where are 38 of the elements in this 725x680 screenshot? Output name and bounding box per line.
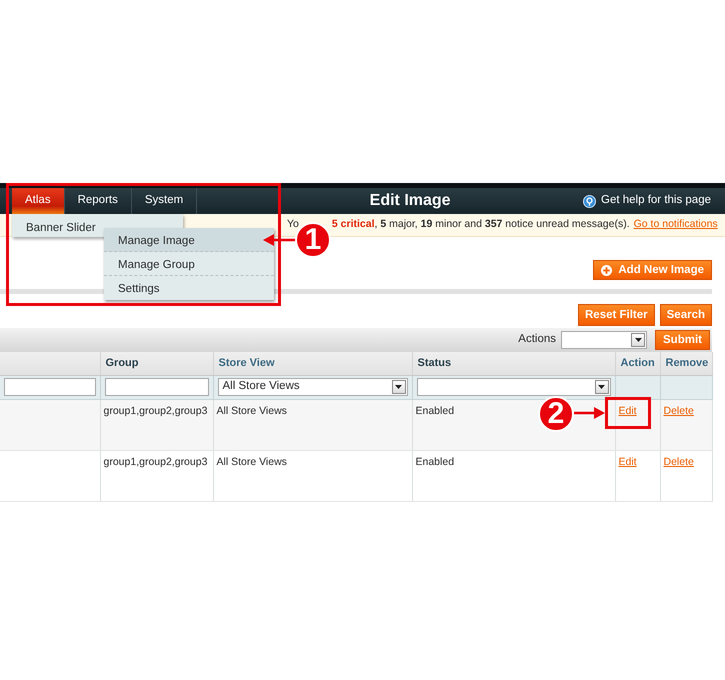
filter-button[interactable]: Search xyxy=(660,304,712,326)
column-header[interactable]: Action xyxy=(615,352,660,375)
delete-link[interactable]: Delete xyxy=(664,456,694,468)
plus-icon xyxy=(601,264,612,276)
arrow-icon xyxy=(263,234,296,246)
help-icon[interactable] xyxy=(583,194,596,208)
menu-tab[interactable]: Atlas xyxy=(12,188,65,214)
table-cell: All Store Views xyxy=(216,456,287,468)
table-cell: Enabled xyxy=(416,404,454,416)
table-cell: Enabled xyxy=(416,456,454,468)
help-link[interactable]: Get help for this page xyxy=(601,192,711,210)
submenu-item[interactable]: Settings xyxy=(104,276,274,300)
edit-link[interactable]: Edit xyxy=(618,456,637,468)
actions-select[interactable] xyxy=(561,331,648,349)
page-title: Edit Image xyxy=(368,191,452,211)
notice-text: 5 critical, 5 major, 19 minor and 357 notice unread message(s). xyxy=(332,217,630,232)
column-header[interactable]: Remove xyxy=(660,352,712,375)
filter-button[interactable]: Reset Filter xyxy=(578,304,655,326)
table-cell: All Store Views xyxy=(216,404,287,416)
submenu-item[interactable]: Manage Group xyxy=(104,252,274,276)
edit-link[interactable]: Edit xyxy=(618,404,637,416)
add-new-image-button[interactable]: Add New Image xyxy=(593,260,712,280)
filter-field[interactable] xyxy=(104,378,208,396)
filter-field[interactable] xyxy=(4,378,96,396)
notifications-link[interactable]: Go to notifications xyxy=(634,217,718,233)
arrow-icon xyxy=(574,407,605,419)
column-header[interactable]: Status xyxy=(412,352,615,375)
submenu-item[interactable]: Manage Image xyxy=(104,228,274,252)
submit-button[interactable]: Submit xyxy=(655,330,710,350)
delete-link[interactable]: Delete xyxy=(664,404,694,416)
filter-select[interactable] xyxy=(416,378,610,396)
actions-label: Actions xyxy=(518,332,556,348)
column-header[interactable]: Group xyxy=(100,352,213,375)
column-header[interactable]: Store View xyxy=(213,352,412,375)
filter-select[interactable]: All Store Views xyxy=(218,378,408,396)
table-cell: group1,group2,group3 xyxy=(104,456,208,468)
table-cell: group1,group2,group3 xyxy=(104,404,208,416)
highlight-frame xyxy=(605,397,651,429)
